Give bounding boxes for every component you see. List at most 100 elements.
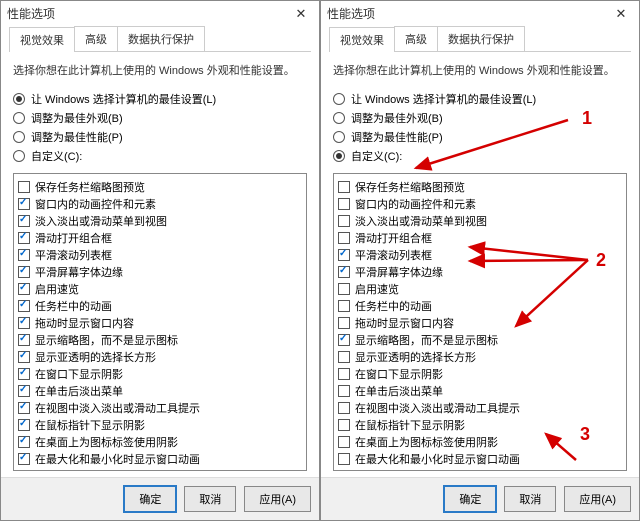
checkbox[interactable]	[338, 317, 350, 329]
option-row[interactable]: 在桌面上为图标标签使用阴影	[338, 434, 622, 450]
checkbox[interactable]	[338, 300, 350, 312]
checkbox[interactable]	[338, 266, 350, 278]
option-row[interactable]: 滑动打开组合框	[338, 230, 622, 246]
tab-advanced[interactable]: 高级	[394, 26, 438, 51]
ok-button[interactable]: 确定	[124, 486, 176, 512]
option-label: 淡入淡出或滑动菜单到视图	[355, 213, 487, 229]
checkbox[interactable]	[338, 215, 350, 227]
tab-content: 选择你想在此计算机上使用的 Windows 外观和性能设置。让 Windows …	[1, 52, 319, 477]
checkbox[interactable]	[338, 334, 350, 346]
checkbox[interactable]	[18, 249, 30, 261]
checkbox[interactable]	[18, 368, 30, 380]
checkbox[interactable]	[338, 232, 350, 244]
apply-button[interactable]: 应用(A)	[244, 486, 311, 512]
option-row[interactable]: 平滑屏幕字体边缘	[338, 264, 622, 280]
checkbox[interactable]	[18, 385, 30, 397]
option-row[interactable]: 在视图中淡入淡出或滑动工具提示	[18, 400, 302, 416]
option-row[interactable]: 在鼠标指针下显示阴影	[338, 417, 622, 433]
checkbox[interactable]	[338, 283, 350, 295]
checkbox[interactable]	[18, 232, 30, 244]
checkbox[interactable]	[18, 198, 30, 210]
checkbox[interactable]	[338, 249, 350, 261]
option-row[interactable]: 启用速览	[18, 281, 302, 297]
radio-label: 让 Windows 选择计算机的最佳设置(L)	[351, 91, 536, 107]
option-row[interactable]: 显示亚透明的选择长方形	[338, 349, 622, 365]
checkbox[interactable]	[338, 419, 350, 431]
option-row[interactable]: 窗口内的动画控件和元素	[18, 196, 302, 212]
checkbox[interactable]	[18, 402, 30, 414]
checkbox[interactable]	[338, 436, 350, 448]
option-row[interactable]: 任务栏中的动画	[18, 298, 302, 314]
option-row[interactable]: 在单击后淡出菜单	[18, 383, 302, 399]
checkbox[interactable]	[18, 215, 30, 227]
option-row[interactable]: 启用速览	[338, 281, 622, 297]
cancel-button[interactable]: 取消	[504, 486, 556, 512]
checkbox[interactable]	[18, 334, 30, 346]
radio-indicator	[333, 93, 345, 105]
checkbox[interactable]	[18, 283, 30, 295]
tab-visual-effects[interactable]: 视觉效果	[329, 27, 395, 52]
option-row[interactable]: 在最大化和最小化时显示窗口动画	[338, 451, 622, 467]
option-row[interactable]: 淡入淡出或滑动菜单到视图	[18, 213, 302, 229]
checkbox[interactable]	[338, 368, 350, 380]
ok-button[interactable]: 确定	[444, 486, 496, 512]
apply-button[interactable]: 应用(A)	[564, 486, 631, 512]
tab-advanced[interactable]: 高级	[74, 26, 118, 51]
close-icon[interactable]: ✕	[609, 6, 633, 22]
radio-best-appearance[interactable]: 调整为最佳外观(B)	[333, 110, 627, 126]
option-row[interactable]: 显示缩略图，而不是显示图标	[18, 332, 302, 348]
option-row[interactable]: 在桌面上为图标标签使用阴影	[18, 434, 302, 450]
tab-dep[interactable]: 数据执行保护	[437, 26, 525, 51]
radio-indicator	[333, 112, 345, 124]
checkbox[interactable]	[18, 300, 30, 312]
checkbox[interactable]	[338, 402, 350, 414]
radio-label: 调整为最佳性能(P)	[31, 129, 123, 145]
option-row[interactable]: 平滑屏幕字体边缘	[18, 264, 302, 280]
checkbox[interactable]	[18, 453, 30, 465]
checkbox[interactable]	[18, 181, 30, 193]
checkbox[interactable]	[338, 453, 350, 465]
option-row[interactable]: 拖动时显示窗口内容	[338, 315, 622, 331]
option-row[interactable]: 保存任务栏缩略图预览	[18, 179, 302, 195]
radio-best-appearance[interactable]: 调整为最佳外观(B)	[13, 110, 307, 126]
checkbox[interactable]	[338, 181, 350, 193]
radio-best-performance[interactable]: 调整为最佳性能(P)	[13, 129, 307, 145]
option-row[interactable]: 在单击后淡出菜单	[338, 383, 622, 399]
checkbox[interactable]	[338, 385, 350, 397]
checkbox[interactable]	[18, 317, 30, 329]
radio-custom[interactable]: 自定义(C):	[13, 148, 307, 164]
option-row[interactable]: 显示亚透明的选择长方形	[18, 349, 302, 365]
tab-visual-effects[interactable]: 视觉效果	[9, 27, 75, 52]
radio-best-performance[interactable]: 调整为最佳性能(P)	[333, 129, 627, 145]
option-row[interactable]: 淡入淡出或滑动菜单到视图	[338, 213, 622, 229]
option-row[interactable]: 在鼠标指针下显示阴影	[18, 417, 302, 433]
checkbox[interactable]	[18, 351, 30, 363]
option-row[interactable]: 保存任务栏缩略图预览	[338, 179, 622, 195]
checkbox[interactable]	[338, 198, 350, 210]
tab-dep[interactable]: 数据执行保护	[117, 26, 205, 51]
radio-custom[interactable]: 自定义(C):	[333, 148, 627, 164]
tabs: 视觉效果高级数据执行保护	[329, 26, 631, 52]
option-row[interactable]: 在窗口下显示阴影	[338, 366, 622, 382]
checkbox[interactable]	[338, 351, 350, 363]
option-row[interactable]: 在窗口下显示阴影	[18, 366, 302, 382]
checkbox[interactable]	[18, 436, 30, 448]
option-row[interactable]: 在最大化和最小化时显示窗口动画	[18, 451, 302, 467]
radio-let-windows-choose[interactable]: 让 Windows 选择计算机的最佳设置(L)	[13, 91, 307, 107]
option-row[interactable]: 滑动打开组合框	[18, 230, 302, 246]
tabs: 视觉效果高级数据执行保护	[9, 26, 311, 52]
radio-let-windows-choose[interactable]: 让 Windows 选择计算机的最佳设置(L)	[333, 91, 627, 107]
option-row[interactable]: 拖动时显示窗口内容	[18, 315, 302, 331]
option-row[interactable]: 窗口内的动画控件和元素	[338, 196, 622, 212]
close-icon[interactable]: ✕	[289, 6, 313, 22]
option-row[interactable]: 平滑滚动列表框	[18, 247, 302, 263]
option-row[interactable]: 平滑滚动列表框	[338, 247, 622, 263]
cancel-button[interactable]: 取消	[184, 486, 236, 512]
checkbox[interactable]	[18, 266, 30, 278]
option-row[interactable]: 在视图中淡入淡出或滑动工具提示	[338, 400, 622, 416]
options-listbox[interactable]: 保存任务栏缩略图预览窗口内的动画控件和元素淡入淡出或滑动菜单到视图滑动打开组合框…	[13, 173, 307, 471]
option-row[interactable]: 显示缩略图，而不是显示图标	[338, 332, 622, 348]
checkbox[interactable]	[18, 419, 30, 431]
option-row[interactable]: 任务栏中的动画	[338, 298, 622, 314]
options-listbox[interactable]: 保存任务栏缩略图预览窗口内的动画控件和元素淡入淡出或滑动菜单到视图滑动打开组合框…	[333, 173, 627, 471]
